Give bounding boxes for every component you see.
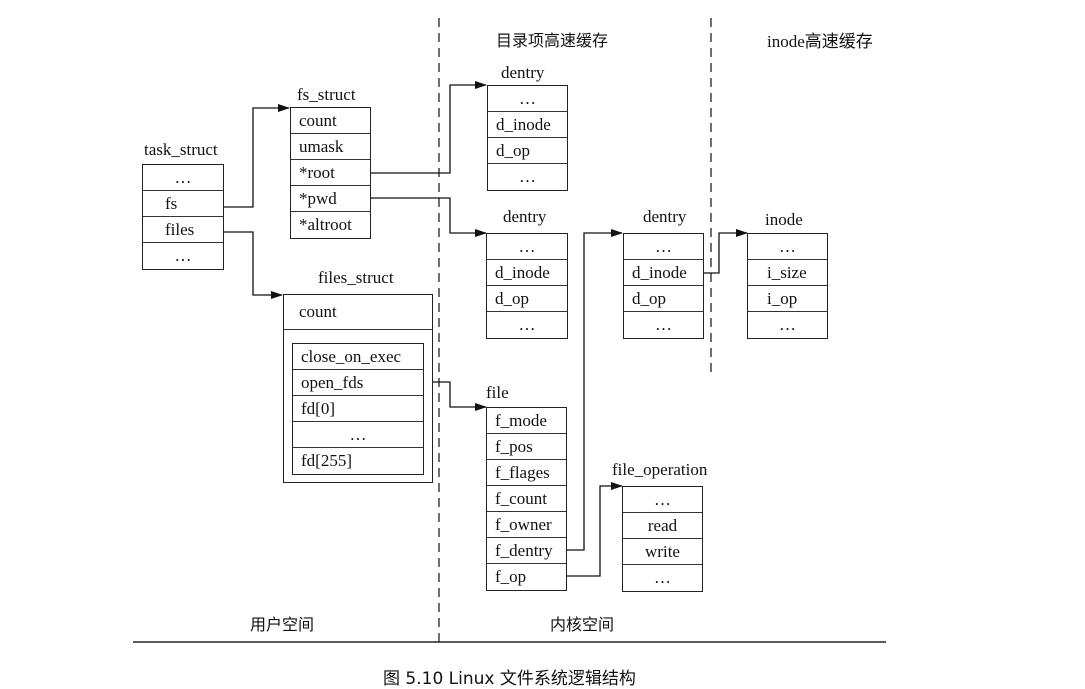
- arrow-d-inode-to-inode: [703, 229, 748, 274]
- field-f-owner: f_owner: [487, 512, 566, 538]
- fs-struct-title: fs_struct: [297, 85, 356, 104]
- files-struct-title: files_struct: [318, 268, 394, 287]
- user-space-label: 用户空间: [250, 615, 315, 634]
- field-d-op: d_op: [487, 286, 567, 312]
- field-d-inode: d_inode: [624, 260, 703, 286]
- field-fd255: fd[255]: [301, 451, 352, 470]
- field-i-op: i_op: [748, 286, 827, 312]
- field-f-op: f_op: [495, 567, 527, 586]
- figure-caption: 图 5.10 Linux 文件系统逻辑结构: [383, 669, 636, 689]
- field: …: [655, 315, 672, 334]
- kernel-space-label: 内核空间: [550, 615, 615, 634]
- fd-table-box: close_on_exec open_fds fd[0] … fd[255]: [292, 343, 424, 475]
- field-root: *root: [291, 160, 370, 186]
- dentry-file-title: dentry: [643, 207, 687, 226]
- field-f-mode: f_mode: [487, 408, 566, 434]
- field: …: [518, 315, 536, 334]
- field: …: [143, 165, 223, 191]
- dentry-pwd-box: … d_inode d_op …: [486, 233, 568, 339]
- field-umask: umask: [291, 134, 370, 160]
- field-altroot: *altroot: [299, 215, 352, 234]
- arrow-open-fds-to-file: [432, 381, 487, 411]
- field-i-size: i_size: [748, 260, 827, 286]
- field-count: count: [284, 295, 432, 330]
- dentry-cache-label: 目录项高速缓存: [496, 31, 609, 50]
- field: …: [488, 86, 567, 112]
- dentry-pwd-title: dentry: [503, 207, 547, 226]
- field-read: read: [623, 513, 702, 539]
- file-box: f_mode f_pos f_flages f_count f_owner f_…: [486, 407, 567, 591]
- field: …: [623, 487, 702, 513]
- dentry-root-box: … d_inode d_op …: [487, 85, 568, 191]
- dentry-root-title: dentry: [501, 63, 545, 82]
- field-f-flages: f_flages: [487, 460, 566, 486]
- arrow-root-to-dentry: [370, 81, 487, 174]
- arrow-files-to-files-struct: [223, 231, 283, 299]
- field-d-op: d_op: [488, 138, 567, 164]
- field: …: [624, 234, 703, 260]
- dentry-file-box: … d_inode d_op …: [623, 233, 704, 339]
- field: …: [779, 315, 796, 334]
- arrow-f-dentry-to-dentry: [566, 229, 623, 551]
- task-struct-box: … fs files …: [142, 164, 224, 270]
- field-fd0: fd[0]: [293, 396, 423, 422]
- field-pwd: *pwd: [291, 186, 370, 212]
- arrow-fs-to-fs-struct: [223, 104, 290, 208]
- file-operation-box: … read write …: [622, 486, 703, 592]
- field-open-fds: open_fds: [293, 370, 423, 396]
- inode-cache-label: inode高速缓存: [767, 32, 873, 51]
- file-operation-title: file_operation: [612, 460, 708, 479]
- field: …: [293, 422, 423, 448]
- arrow-pwd-to-dentry: [370, 197, 487, 237]
- field-d-inode: d_inode: [487, 260, 567, 286]
- field: …: [487, 234, 567, 260]
- field: …: [748, 234, 827, 260]
- file-title: file: [486, 383, 509, 402]
- inode-title: inode: [765, 210, 803, 229]
- field-f-dentry: f_dentry: [487, 538, 566, 564]
- field: …: [174, 246, 192, 265]
- field-fs: fs: [143, 191, 223, 217]
- field-f-count: f_count: [487, 486, 566, 512]
- field-count: count: [291, 108, 370, 134]
- arrow-f-op-to-file-operation: [566, 482, 623, 577]
- field-files: files: [143, 217, 223, 243]
- field-close-on-exec: close_on_exec: [293, 344, 423, 370]
- field-write: write: [623, 539, 702, 565]
- files-struct-box: count close_on_exec open_fds fd[0] … fd[…: [283, 294, 433, 483]
- field-f-pos: f_pos: [487, 434, 566, 460]
- field: …: [654, 568, 671, 587]
- field-d-inode: d_inode: [488, 112, 567, 138]
- inode-box: … i_size i_op …: [747, 233, 828, 339]
- fs-struct-box: count umask *root *pwd *altroot: [290, 107, 371, 239]
- task-struct-title: task_struct: [144, 140, 218, 159]
- field-d-op: d_op: [624, 286, 703, 312]
- field: …: [519, 167, 536, 186]
